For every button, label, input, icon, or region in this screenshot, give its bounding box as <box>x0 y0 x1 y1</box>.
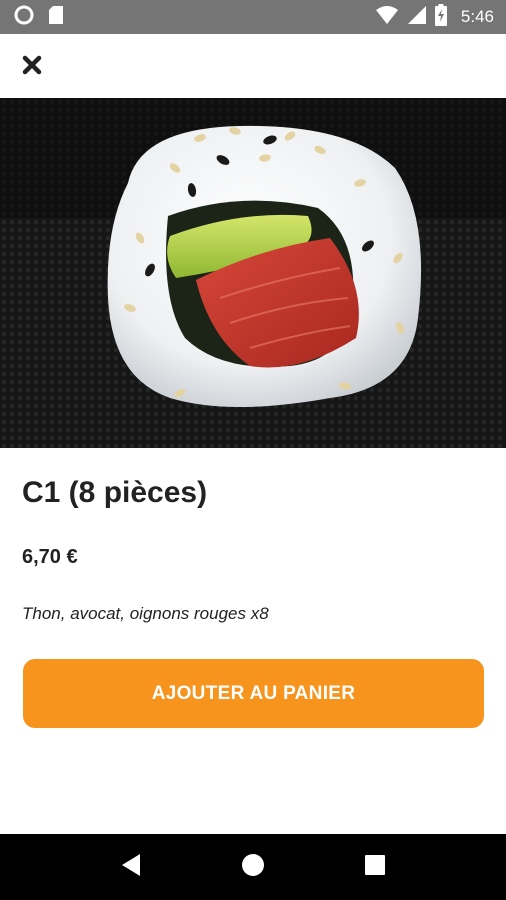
battery-charging-icon <box>434 3 447 31</box>
circle-icon <box>14 5 34 30</box>
status-right: 5:46 <box>375 3 494 31</box>
signal-icon <box>407 5 427 30</box>
recents-icon <box>364 854 386 881</box>
add-to-cart-button[interactable]: AJOUTER AU PANIER <box>23 659 484 728</box>
home-button[interactable] <box>233 847 273 887</box>
status-time: 5:46 <box>460 7 494 26</box>
status-bar: 5:46 <box>0 0 506 34</box>
back-icon <box>120 853 142 882</box>
app-bar <box>0 34 506 98</box>
status-left <box>14 5 64 30</box>
navigation-bar <box>0 834 506 900</box>
wifi-icon <box>375 5 399 30</box>
back-button[interactable] <box>111 847 151 887</box>
close-button[interactable] <box>14 52 50 82</box>
home-icon <box>241 853 265 882</box>
close-icon <box>22 55 42 80</box>
sd-card-icon <box>48 5 64 30</box>
product-title: C1 (8 pièces) <box>22 476 208 509</box>
recents-button[interactable] <box>355 847 395 887</box>
product-description: Thon, avocat, oignons rouges x8 <box>22 604 269 623</box>
product-price: 6,70 € <box>22 546 78 568</box>
product-image <box>0 98 506 448</box>
